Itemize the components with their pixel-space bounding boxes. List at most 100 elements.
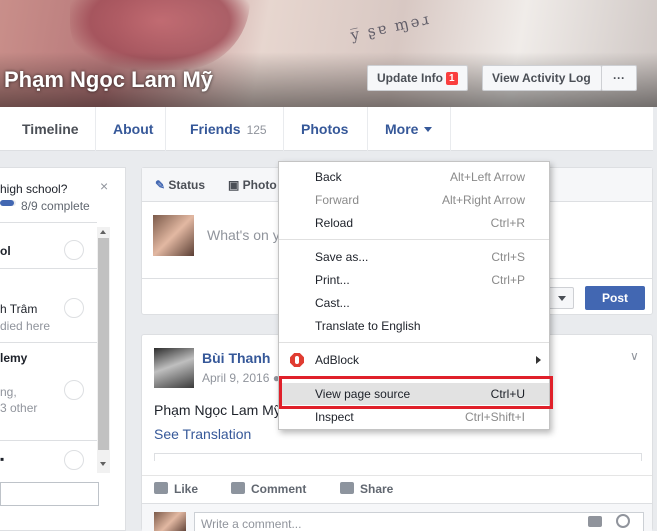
profile-completion-card: high school? × 8/9 complete ol h Trâm di…	[0, 167, 126, 531]
scroll-up-icon[interactable]	[100, 230, 106, 234]
like-label: Like	[174, 482, 199, 496]
camera-icon[interactable]	[588, 516, 602, 527]
comment-icon	[231, 482, 245, 494]
friends-count: 125	[246, 123, 267, 137]
tab-photos[interactable]: Photos	[284, 107, 368, 151]
suggestion-select-circle[interactable]	[64, 380, 84, 400]
post-attachment[interactable]	[154, 453, 642, 461]
menu-item-label: Translate to English	[315, 319, 421, 333]
tab-timeline[interactable]: Timeline	[0, 107, 96, 151]
composer-tab-status[interactable]: ✎ Status	[155, 178, 205, 192]
suggestion-sub: died here	[0, 319, 51, 333]
menu-item-label: AdBlock	[315, 353, 360, 367]
menu-item-shortcut: Ctrl+R	[490, 216, 525, 230]
comment-row: Write a comment...	[142, 503, 652, 531]
update-info-label: Update Info	[377, 71, 443, 85]
suggestion-select-circle[interactable]	[64, 450, 84, 470]
suggestion-select-circle[interactable]	[64, 298, 84, 318]
tab-friends[interactable]: Friends 125	[166, 107, 284, 151]
post-author[interactable]: Bùi Thanh	[202, 350, 270, 366]
menu-item-inspect[interactable]: Inspect Ctrl+Shift+I	[279, 406, 549, 428]
composer-status-label: Status	[168, 178, 206, 192]
camera-icon: ▣	[228, 178, 243, 192]
menu-item-adblock[interactable]: AdBlock	[279, 349, 549, 371]
menu-item-shortcut: Ctrl+P	[491, 273, 525, 287]
chevron-down-icon[interactable]: ∨	[630, 349, 639, 363]
share-icon	[340, 482, 354, 494]
menu-item-reload[interactable]: Reload Ctrl+R	[279, 212, 549, 234]
composer-tab-photo[interactable]: ▣ Photo	[228, 178, 277, 192]
comment-input[interactable]: Write a comment...	[194, 512, 644, 531]
update-info-badge: 1	[446, 72, 458, 85]
comment-button[interactable]: Comment	[231, 482, 306, 496]
divider	[0, 342, 97, 343]
post-date-text: April 9, 2016	[202, 371, 270, 385]
tab-more-label: More	[385, 121, 419, 137]
tab-about[interactable]: About	[96, 107, 166, 151]
avatar	[154, 512, 186, 531]
share-button[interactable]: Share	[340, 482, 393, 496]
tab-more[interactable]: More	[368, 107, 451, 151]
scroll-down-icon[interactable]	[100, 462, 106, 466]
divider	[0, 268, 97, 269]
suggestion-icon-fragment: ▪	[0, 452, 5, 466]
suggestion-input[interactable]	[0, 482, 99, 506]
highlight-annotation-box	[279, 376, 553, 409]
suggestion-sub: ng, 3 other	[0, 385, 38, 415]
avatar[interactable]	[153, 215, 194, 256]
suggestion-select-circle[interactable]	[64, 240, 84, 260]
menu-item-label: Print...	[315, 273, 350, 287]
completion-progress-text: 8/9 complete	[21, 199, 90, 213]
scrollbar-thumb[interactable]	[98, 238, 109, 450]
post-actions: Like Comment Share	[142, 475, 652, 503]
submenu-arrow-icon	[536, 356, 541, 364]
menu-item-label: Back	[315, 170, 342, 184]
profile-tab-bar: Timeline About Friends 125 Photos More	[0, 107, 653, 151]
composer-photo-label: Photo	[242, 178, 277, 192]
close-icon[interactable]: ×	[100, 178, 108, 194]
avatar[interactable]	[154, 348, 194, 388]
menu-item-shortcut: Alt+Right Arrow	[441, 193, 525, 207]
profile-name[interactable]: Phạm Ngọc Lam Mỹ	[4, 67, 213, 93]
chevron-down-icon	[558, 296, 566, 301]
cover-tattoo-text: y̅ ʂɐ ɱǝɹ	[349, 9, 433, 45]
menu-item-shortcut: Ctrl+Shift+I	[464, 410, 525, 424]
menu-item-label: Reload	[315, 216, 354, 230]
chevron-down-icon	[424, 127, 433, 132]
see-translation-link[interactable]: See Translation	[154, 426, 251, 442]
share-label: Share	[360, 482, 394, 496]
post-text: Phạm Ngọc Lam Mỹ	[154, 402, 281, 418]
menu-item-label: Cast...	[315, 296, 350, 310]
menu-item-print[interactable]: Print... Ctrl+P	[279, 269, 549, 291]
completion-progress-bar	[0, 200, 16, 206]
view-activity-log-button[interactable]: View Activity Log	[482, 65, 602, 91]
menu-separator	[279, 239, 549, 240]
post-button[interactable]: Post	[585, 286, 645, 310]
menu-item-save-as[interactable]: Save as... Ctrl+S	[279, 246, 549, 268]
menu-item-translate[interactable]: Translate to English	[279, 315, 549, 337]
composer-input[interactable]: What's on y	[207, 227, 280, 243]
menu-item-forward[interactable]: Forward Alt+Right Arrow	[279, 189, 549, 211]
menu-item-cast[interactable]: Cast...	[279, 292, 549, 314]
completion-question: high school?	[0, 182, 68, 196]
suggestion-title: ol	[0, 244, 11, 258]
tab-friends-label: Friends	[190, 121, 241, 137]
update-info-button[interactable]: Update Info 1	[367, 65, 468, 91]
completion-progress-fill	[0, 200, 15, 206]
thumbs-up-icon	[154, 482, 168, 494]
more-options-button[interactable]: ···	[601, 65, 637, 91]
divider	[0, 222, 97, 223]
menu-item-label: Forward	[315, 193, 360, 207]
menu-item-label: Save as...	[315, 250, 369, 264]
emoji-icon[interactable]	[616, 514, 630, 528]
post-date[interactable]: April 9, 2016 ●	[202, 371, 280, 385]
menu-separator	[279, 342, 549, 343]
menu-item-label: Inspect	[315, 410, 354, 424]
adblock-icon	[290, 353, 304, 367]
menu-item-back[interactable]: Back Alt+Left Arrow	[279, 166, 549, 188]
menu-item-shortcut: Ctrl+S	[491, 250, 525, 264]
divider	[0, 440, 97, 441]
suggestion-title: h Trâm	[0, 302, 38, 316]
pencil-icon: ✎	[155, 178, 169, 192]
like-button[interactable]: Like	[154, 482, 198, 496]
